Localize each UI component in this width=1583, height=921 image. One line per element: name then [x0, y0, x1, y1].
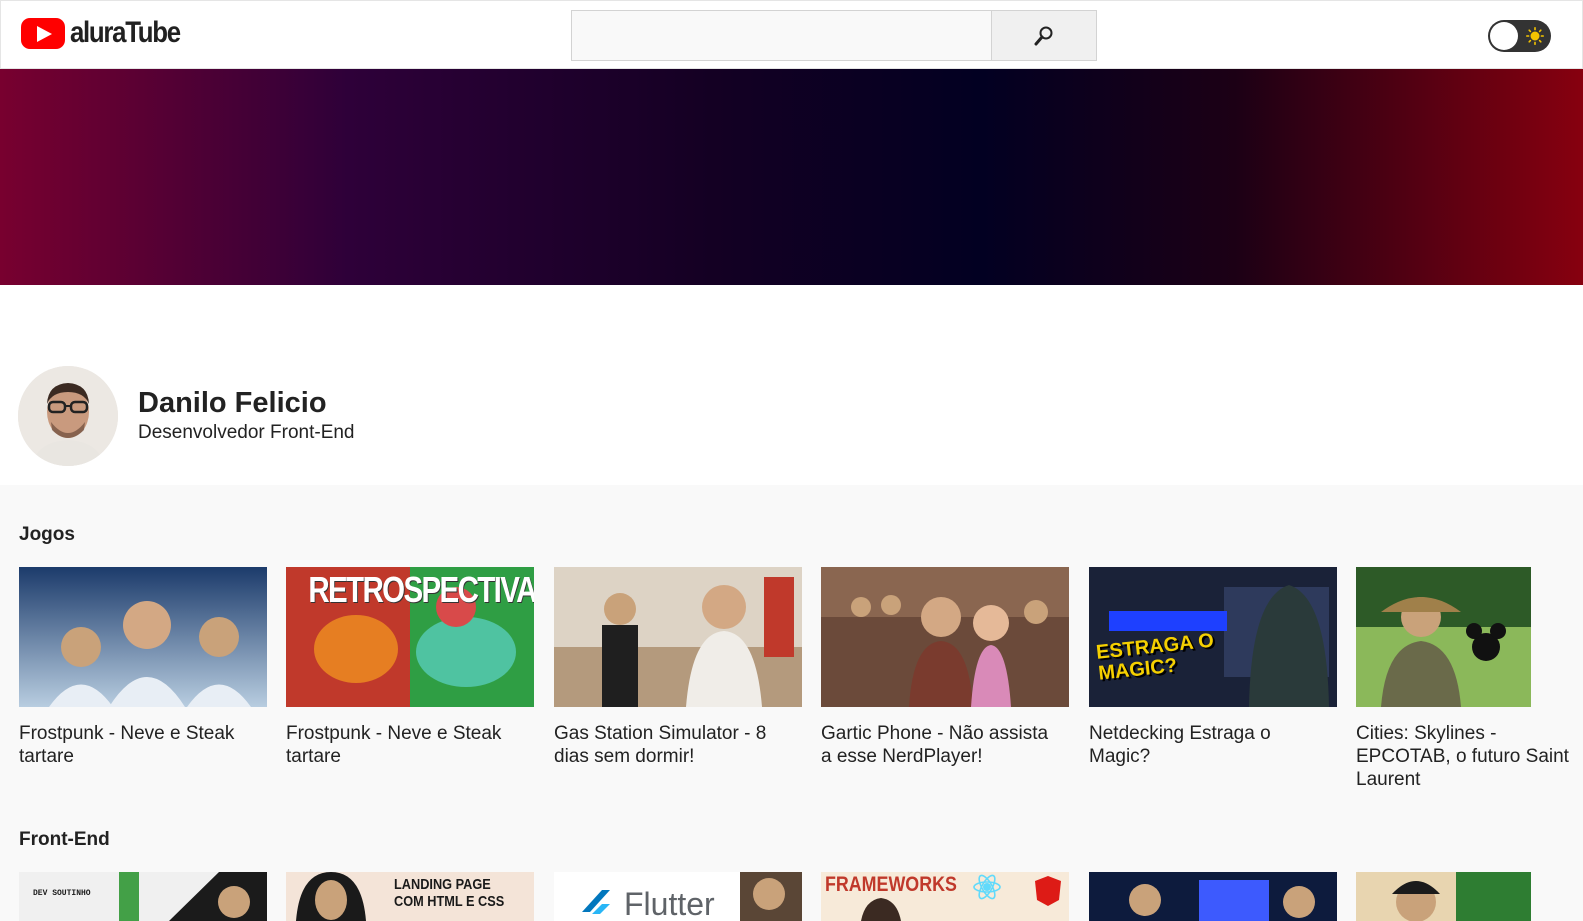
- video-thumbnail: [1356, 567, 1531, 707]
- search-input[interactable]: [572, 11, 991, 60]
- channel-banner: [0, 69, 1583, 285]
- thumbnail-text: LANDING PAGE COM HTML E CSS: [394, 876, 505, 910]
- top-menu: aluraTube: [0, 0, 1583, 69]
- play-logo-icon: [21, 17, 65, 49]
- video-title: Cities: Skylines - EPCOTAB, o futuro Sai…: [1356, 723, 1569, 790]
- search-bar: [571, 10, 1097, 61]
- video-card[interactable]: RETROSPECTIVA Frostpunk - Neve e Steak t…: [286, 567, 534, 768]
- sun-icon: [1525, 26, 1545, 46]
- video-thumbnail: DEV SOUTINHO: [19, 872, 267, 921]
- toggle-knob: [1490, 22, 1518, 50]
- magnifier-icon: [1034, 26, 1053, 45]
- search-button[interactable]: [991, 11, 1096, 60]
- video-title: Frostpunk - Neve e Steak tartare: [19, 723, 235, 767]
- video-card[interactable]: [1356, 872, 1531, 921]
- thumbnail-text: FRAMEWORKS: [825, 873, 957, 896]
- video-card[interactable]: Gas Station Simulator - 8 dias sem dormi…: [554, 567, 802, 768]
- profile-role: Desenvolvedor Front-End: [138, 422, 355, 443]
- video-thumbnail: [1089, 872, 1337, 921]
- video-title: Gartic Phone - Não assista a esse NerdPl…: [821, 723, 1049, 767]
- theme-toggle[interactable]: [1488, 20, 1551, 52]
- video-card[interactable]: Gartic Phone - Não assista a esse NerdPl…: [821, 567, 1069, 768]
- video-card[interactable]: Flutter: [554, 872, 802, 921]
- thumbnail-text: DEV SOUTINHO: [33, 889, 91, 898]
- video-title: Frostpunk - Neve e Steak tartare: [286, 723, 502, 767]
- video-thumbnail: Flutter: [554, 872, 802, 921]
- video-thumbnail: [554, 567, 802, 707]
- video-card[interactable]: Cities: Skylines - EPCOTAB, o futuro Sai…: [1356, 567, 1569, 791]
- video-thumbnail: [19, 567, 267, 707]
- logo-text: aluraTube: [70, 16, 181, 49]
- avatar: [18, 366, 118, 466]
- video-card[interactable]: FRAMEWORKS: [821, 872, 1069, 921]
- thumbnail-text: RETROSPECTIVA: [308, 569, 534, 610]
- video-card[interactable]: ESTRAGA O MAGIC? Netdecking Estraga o Ma…: [1089, 567, 1337, 768]
- video-title: Gas Station Simulator - 8 dias sem dormi…: [554, 723, 767, 767]
- playlist-title: Front-End: [19, 829, 110, 850]
- video-thumbnail: [1356, 872, 1531, 921]
- video-thumbnail: RETROSPECTIVA: [286, 567, 534, 707]
- profile-section: Danilo Felicio Desenvolvedor Front-End: [0, 285, 1583, 485]
- video-thumbnail: ESTRAGA O MAGIC?: [1089, 567, 1337, 707]
- video-title: Netdecking Estraga o Magic?: [1089, 723, 1271, 767]
- video-thumbnail: FRAMEWORKS: [821, 872, 1069, 921]
- thumbnail-text: Flutter: [624, 886, 715, 921]
- logo[interactable]: aluraTube: [21, 17, 198, 49]
- video-card[interactable]: DEV SOUTINHO: [19, 872, 267, 921]
- profile-name: Danilo Felicio: [138, 387, 327, 419]
- video-card[interactable]: [1089, 872, 1337, 921]
- playlist-title: Jogos: [19, 524, 75, 545]
- video-card[interactable]: LANDING PAGE COM HTML E CSS: [286, 872, 534, 921]
- video-card[interactable]: Frostpunk - Neve e Steak tartare: [19, 567, 267, 768]
- video-thumbnail: LANDING PAGE COM HTML E CSS: [286, 872, 534, 921]
- video-thumbnail: [821, 567, 1069, 707]
